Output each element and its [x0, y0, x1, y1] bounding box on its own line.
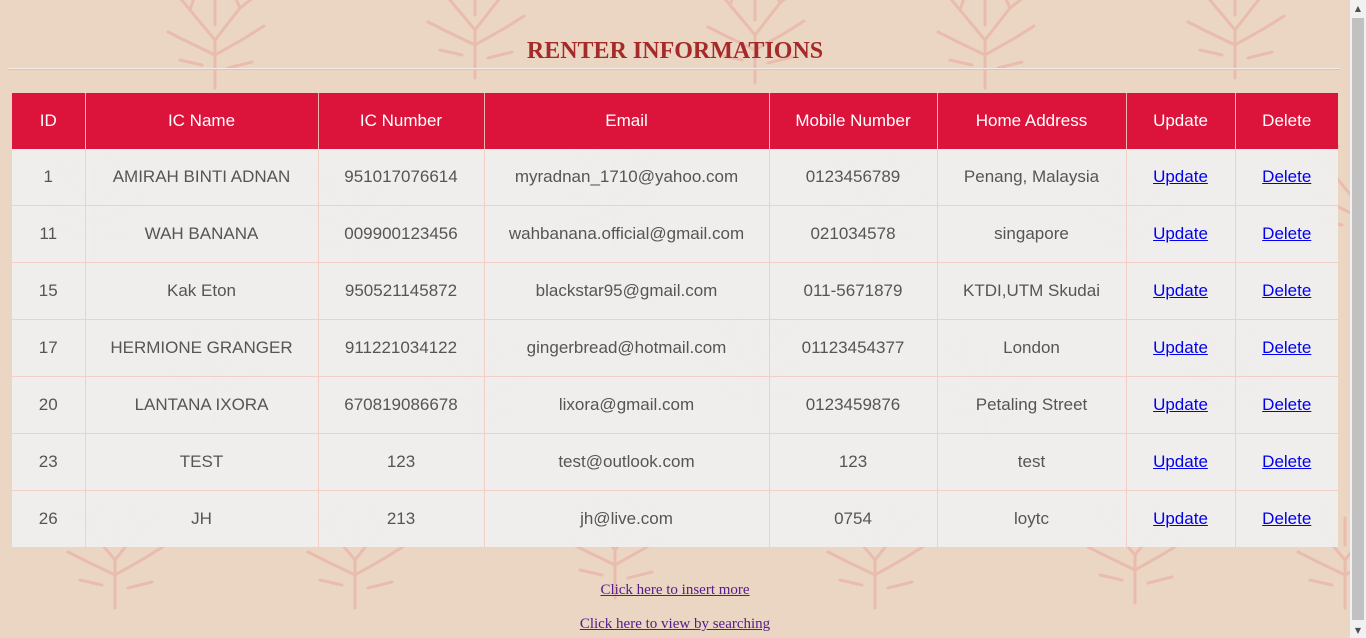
cell-update: Update: [1126, 376, 1236, 434]
cell-ic-number: 911221034122: [318, 319, 485, 377]
column-header-ic-name: IC Name: [85, 93, 319, 149]
cell-delete: Delete: [1235, 319, 1338, 377]
view-by-searching-container: Click here to view by searching: [0, 616, 1350, 633]
cell-home-address: KTDI,UTM Skudai: [937, 262, 1127, 320]
cell-home-address: Penang, Malaysia: [937, 149, 1127, 206]
cell-delete: Delete: [1235, 376, 1338, 434]
table-body: 1 AMIRAH BINTI ADNAN 951017076614 myradnan_…: [12, 149, 1338, 547]
cell-update: Update: [1126, 490, 1236, 547]
cell-mobile-number: 0754: [769, 490, 938, 547]
cell-email: test@outlook.com: [484, 433, 770, 491]
table-header-row: ID IC Name IC Number Email Mobile Number…: [12, 93, 1338, 149]
table-row: 26 JH 213 jh@live.com 0754 loytc Update Delete: [12, 490, 1338, 547]
cell-ic-name: LANTANA IXORA: [85, 376, 319, 434]
cell-delete: Delete: [1235, 433, 1338, 491]
vertical-scrollbar[interactable]: ▲ ▼: [1350, 0, 1366, 638]
update-link[interactable]: Update: [1153, 452, 1208, 471]
update-link[interactable]: Update: [1153, 338, 1208, 357]
table-row: 1 AMIRAH BINTI ADNAN 951017076614 myradnan_…: [12, 149, 1338, 206]
cell-ic-number: 951017076614: [318, 149, 485, 206]
delete-link[interactable]: Delete: [1262, 395, 1311, 414]
cell-mobile-number: 021034578: [769, 205, 938, 263]
cell-ic-name: Kak Eton: [85, 262, 319, 320]
cell-ic-name: TEST: [85, 433, 319, 491]
cell-id: 23: [12, 433, 86, 491]
scroll-down-arrow-icon[interactable]: ▼: [1350, 622, 1366, 638]
column-header-update: Update: [1126, 93, 1236, 149]
cell-mobile-number: 0123456789: [769, 149, 938, 206]
table-row: 11 WAH BANANA 009900123456 wahbanana.offici…: [12, 205, 1338, 263]
cell-home-address: singapore: [937, 205, 1127, 263]
delete-link[interactable]: Delete: [1262, 224, 1311, 243]
insert-more-container: Click here to insert more: [0, 582, 1350, 599]
update-link[interactable]: Update: [1153, 281, 1208, 300]
cell-ic-number: 009900123456: [318, 205, 485, 263]
cell-id: 1: [12, 149, 86, 206]
view-by-searching-link[interactable]: Click here to view by searching: [580, 616, 770, 632]
page: RENTER INFORMATIONS ID IC Name IC Number…: [0, 0, 1350, 638]
scrollbar-thumb[interactable]: [1352, 18, 1364, 620]
cell-id: 26: [12, 490, 86, 547]
cell-mobile-number: 0123459876: [769, 376, 938, 434]
cell-ic-name: WAH BANANA: [85, 205, 319, 263]
cell-update: Update: [1126, 319, 1236, 377]
page-title: RENTER INFORMATIONS: [526, 38, 824, 64]
cell-email: jh@live.com: [484, 490, 770, 547]
cell-ic-number: 670819086678: [318, 376, 485, 434]
update-link[interactable]: Update: [1153, 224, 1208, 243]
cell-email: lixora@gmail.com: [484, 376, 770, 434]
renter-table: ID IC Name IC Number Email Mobile Number…: [12, 93, 1338, 547]
cell-id: 11: [12, 205, 86, 263]
update-link[interactable]: Update: [1153, 167, 1208, 186]
table-row: 20 LANTANA IXORA 670819086678 lixora@gmail.…: [12, 376, 1338, 434]
cell-update: Update: [1126, 262, 1236, 320]
update-link[interactable]: Update: [1153, 395, 1208, 414]
cell-home-address: Petaling Street: [937, 376, 1127, 434]
cell-id: 15: [12, 262, 86, 320]
delete-link[interactable]: Delete: [1262, 452, 1311, 471]
delete-link[interactable]: Delete: [1262, 509, 1311, 528]
table-row: 23 TEST 123 test@outlook.com 123 test Update De…: [12, 433, 1338, 491]
cell-home-address: test: [937, 433, 1127, 491]
cell-ic-number: 213: [318, 490, 485, 547]
cell-delete: Delete: [1235, 490, 1338, 547]
cell-id: 17: [12, 319, 86, 377]
title-divider: [8, 68, 1340, 70]
delete-link[interactable]: Delete: [1262, 338, 1311, 357]
delete-link[interactable]: Delete: [1262, 281, 1311, 300]
insert-more-link[interactable]: Click here to insert more: [600, 582, 749, 598]
cell-mobile-number: 123: [769, 433, 938, 491]
cell-ic-number: 123: [318, 433, 485, 491]
cell-update: Update: [1126, 205, 1236, 263]
column-header-ic-number: IC Number: [318, 93, 485, 149]
table-row: 17 HERMIONE GRANGER 911221034122 gingerbrea…: [12, 319, 1338, 377]
cell-delete: Delete: [1235, 149, 1338, 206]
cell-ic-name: AMIRAH BINTI ADNAN: [85, 149, 319, 206]
cell-update: Update: [1126, 149, 1236, 206]
cell-email: myradnan_1710@yahoo.com: [484, 149, 770, 206]
cell-ic-name: JH: [85, 490, 319, 547]
update-link[interactable]: Update: [1153, 509, 1208, 528]
delete-link[interactable]: Delete: [1262, 167, 1311, 186]
column-header-delete: Delete: [1235, 93, 1338, 149]
column-header-id: ID: [12, 93, 86, 149]
cell-mobile-number: 01123454377: [769, 319, 938, 377]
cell-email: blackstar95@gmail.com: [484, 262, 770, 320]
column-header-mobile-number: Mobile Number: [769, 93, 938, 149]
table-row: 15 Kak Eton 950521145872 blackstar95@gmail.…: [12, 262, 1338, 320]
cell-ic-name: HERMIONE GRANGER: [85, 319, 319, 377]
cell-delete: Delete: [1235, 262, 1338, 320]
cell-home-address: London: [937, 319, 1127, 377]
cell-id: 20: [12, 376, 86, 434]
cell-delete: Delete: [1235, 205, 1338, 263]
cell-ic-number: 950521145872: [318, 262, 485, 320]
cell-email: gingerbread@hotmail.com: [484, 319, 770, 377]
scroll-up-arrow-icon[interactable]: ▲: [1350, 0, 1366, 16]
column-header-email: Email: [484, 93, 770, 149]
cell-email: wahbanana.official@gmail.com: [484, 205, 770, 263]
column-header-home-address: Home Address: [937, 93, 1127, 149]
cell-home-address: loytc: [937, 490, 1127, 547]
cell-mobile-number: 011-5671879: [769, 262, 938, 320]
cell-update: Update: [1126, 433, 1236, 491]
